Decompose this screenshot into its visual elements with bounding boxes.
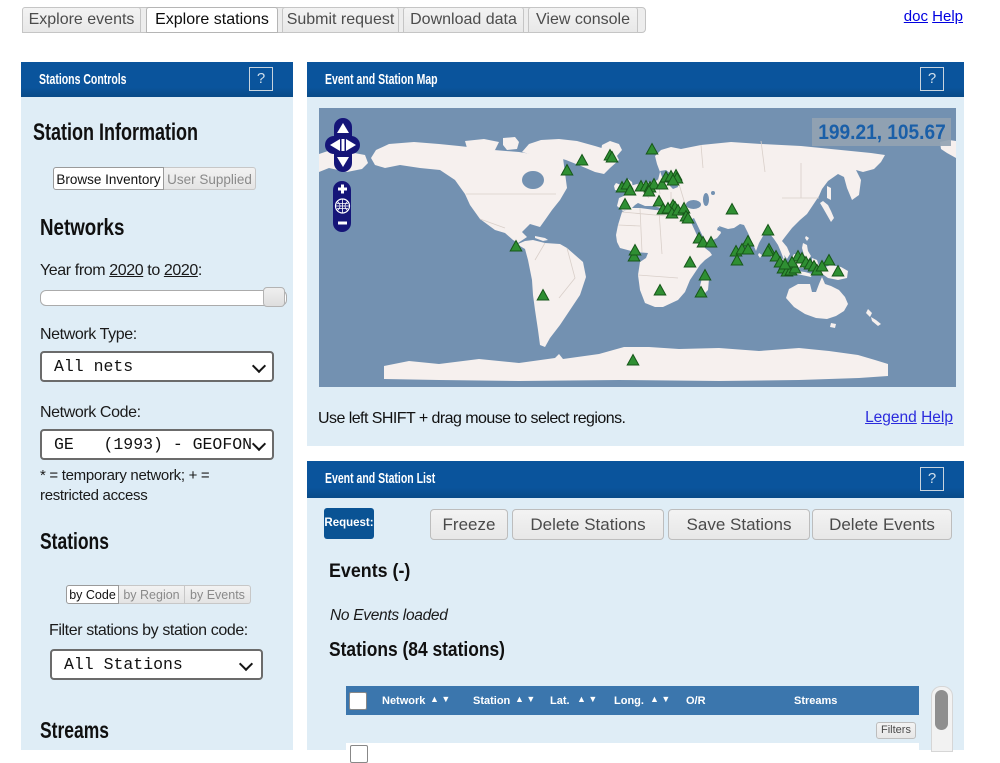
svg-text:199.21, 105.67: 199.21, 105.67 bbox=[818, 121, 945, 144]
